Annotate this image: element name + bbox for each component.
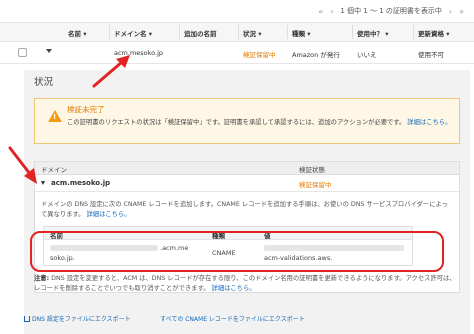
pagination: « ‹ 1 個中 1 ～ 1 の証明書を表示中 › »: [0, 0, 474, 22]
domain-row-status: 検証保留中: [299, 181, 332, 189]
alert-learn-more-link[interactable]: 詳細はこちら。: [407, 119, 451, 126]
column-in-use[interactable]: 使用中？ ▾: [352, 25, 389, 39]
warning-icon: !: [48, 110, 62, 122]
dns-note: 注意: DNS 設定を変更すると、ACM は、DNS レコードが存在する限り、こ…: [34, 275, 456, 292]
row-checkbox[interactable]: [18, 48, 27, 57]
alert-title: 検証未完了: [67, 105, 105, 114]
certificate-table-header: 名前 ▾ ドメイン名 ▾ 追加の名前 状況 ▾ 種類 ▾ 使用中？ ▾ 更新資格…: [0, 22, 474, 42]
column-domain[interactable]: ドメイン名 ▾: [109, 25, 152, 39]
domain-row[interactable]: acm.mesoko.jp 検証保留中: [35, 175, 459, 192]
column-status[interactable]: 状況 ▾: [238, 25, 262, 39]
validation-status-column-header: 検証状態: [299, 166, 325, 174]
first-page-button[interactable]: «: [318, 7, 323, 16]
domain-column-header: ドメイン: [41, 166, 67, 174]
expand-caret-icon[interactable]: [46, 49, 52, 53]
annotation-arrow-icon: [8, 146, 37, 184]
domain-table-header: ドメイン 検証状態: [35, 162, 459, 175]
alert-body: この証明書のリクエストの状況は「検証保留中」です。証明書を承認して承認するには、…: [67, 119, 452, 126]
next-page-button[interactable]: ›: [449, 7, 452, 16]
export-all-cname-link[interactable]: すべての CNAME レコードをファイルにエクスポート: [160, 314, 305, 323]
domain-row-name: acm.mesoko.jp: [51, 179, 111, 187]
certificate-row[interactable]: acm.mesoko.jp 検証保留中 Amazon が発行 いいえ 使用不可: [0, 42, 474, 64]
row-status: 検証保留中: [243, 51, 276, 59]
validation-alert: ! 検証未完了 この証明書のリクエストの状況は「検証保留中」です。証明書を承認し…: [34, 98, 460, 144]
instructions-learn-more-link[interactable]: 詳細はこちら。: [86, 211, 130, 218]
column-name[interactable]: 名前 ▾: [68, 28, 87, 38]
column-renewal[interactable]: 更新資格 ▾: [413, 25, 450, 39]
row-renewal: 使用不可: [418, 51, 444, 59]
status-section-title: 状況: [34, 77, 54, 88]
row-in-use: いいえ: [357, 51, 377, 59]
cname-instructions: ドメインの DNS 設定に次の CNAME レコードを追加します。CNAME レ…: [41, 201, 448, 218]
column-type[interactable]: 種類 ▾: [287, 25, 311, 39]
pagination-status: 1 個中 1 ～ 1 の証明書を表示中: [340, 7, 442, 15]
details-panel: 状況 ! 検証未完了 この証明書のリクエストの状況は「検証保留中」です。証明書を…: [24, 70, 470, 334]
prev-page-button[interactable]: ‹: [330, 7, 333, 16]
download-icon: [24, 316, 30, 322]
row-type: Amazon が発行: [292, 51, 340, 59]
last-page-button[interactable]: »: [459, 7, 464, 16]
annotation-highlight-box: [30, 231, 444, 272]
note-learn-more-link[interactable]: 詳細はこちら。: [212, 285, 256, 292]
column-additional-names[interactable]: 追加の名前: [179, 25, 217, 39]
annotation-arrow-icon: [92, 55, 130, 88]
export-dns-config-link[interactable]: DNS 設定をファイルにエクスポート: [24, 314, 131, 323]
